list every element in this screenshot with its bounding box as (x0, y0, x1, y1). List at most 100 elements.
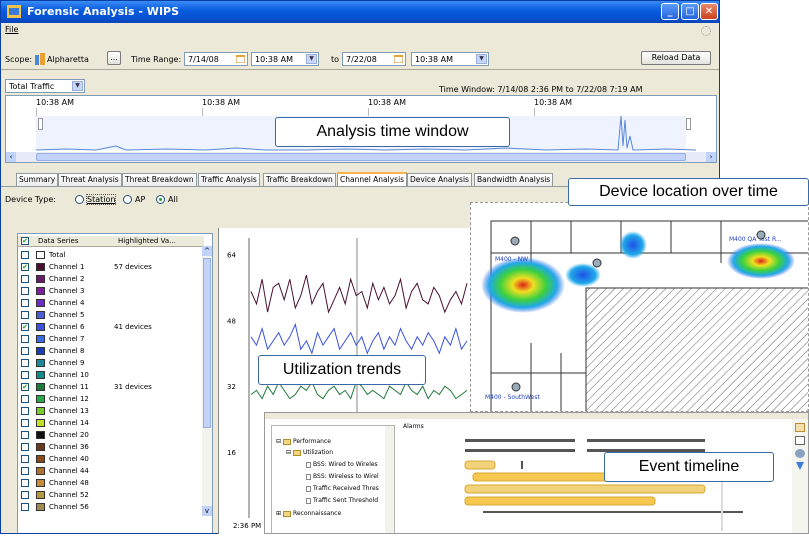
series-row[interactable]: Channel 10 (18, 370, 204, 380)
access-point-icon[interactable] (511, 382, 521, 392)
tree-item-bss-wireless[interactable]: BSS: Wireless to Wirel (306, 473, 379, 480)
scroll-thumb[interactable] (203, 258, 211, 428)
radio-ap[interactable] (123, 195, 132, 204)
access-point-icon[interactable] (510, 236, 520, 246)
series-checkbox[interactable] (21, 359, 29, 367)
tab-threat-analysis[interactable]: Threat Analysis (58, 173, 122, 186)
tree-item-bss-wired[interactable]: BSS: Wired to Wireles (306, 461, 378, 468)
series-row[interactable]: Channel 3 (18, 286, 204, 296)
select-all-checkbox[interactable]: ✔ (21, 237, 29, 245)
series-checkbox[interactable] (21, 311, 29, 319)
series-row[interactable]: Channel 48 (18, 478, 204, 488)
calendar-icon[interactable] (236, 55, 245, 63)
series-row[interactable]: ✔ Channel 1 57 devices (18, 262, 204, 272)
tree-item-traffic-received[interactable]: Traffic Received Thres (306, 485, 379, 492)
series-row[interactable]: ✔ Channel 11 31 devices (18, 382, 204, 392)
series-checkbox[interactable] (21, 371, 29, 379)
report-icon[interactable] (795, 423, 805, 432)
chevron-down-icon[interactable]: ▼ (476, 54, 487, 64)
series-checkbox[interactable] (21, 431, 29, 439)
series-checkbox[interactable] (21, 503, 29, 511)
overview-scrollbar[interactable]: ‹ › (6, 152, 716, 162)
series-row[interactable]: Channel 36 (18, 442, 204, 452)
tree-item-performance[interactable]: ⊟ Performance (276, 438, 331, 445)
series-row[interactable]: Channel 9 (18, 358, 204, 368)
user-icon[interactable] (795, 449, 805, 458)
series-checkbox[interactable] (21, 443, 29, 451)
scroll-up-icon[interactable]: ^ (202, 246, 212, 256)
series-checkbox[interactable] (21, 335, 29, 343)
series-row[interactable]: Channel 52 (18, 490, 204, 500)
tab-traffic-breakdown[interactable]: Traffic Breakdown (263, 173, 336, 186)
radio-ap-label[interactable]: AP (135, 195, 145, 204)
tree-item-utilization[interactable]: ⊟ Utilization (286, 449, 333, 456)
series-row[interactable]: Channel 13 (18, 406, 204, 416)
calendar-icon[interactable] (394, 55, 403, 63)
series-row[interactable]: Channel 7 (18, 334, 204, 344)
series-checkbox[interactable] (21, 395, 29, 403)
series-row[interactable]: Channel 56 (18, 502, 204, 512)
filter-icon[interactable] (796, 462, 804, 470)
end-date-field[interactable]: 7/22/08 (342, 52, 406, 66)
tab-device-analysis[interactable]: Device Analysis (407, 173, 472, 186)
series-checkbox[interactable] (21, 251, 29, 259)
end-time-select[interactable]: 10:38 AM ▼ (411, 52, 489, 66)
series-checkbox[interactable] (21, 455, 29, 463)
metric-select[interactable]: Total Traffic ▼ (5, 79, 85, 93)
tab-traffic-analysis[interactable]: Traffic Analysis (198, 173, 260, 186)
series-row[interactable]: Channel 44 (18, 466, 204, 476)
series-row[interactable]: Total (18, 250, 204, 260)
chevron-down-icon[interactable]: ▼ (306, 54, 317, 64)
scroll-left-icon[interactable]: ‹ (6, 152, 16, 162)
scroll-right-icon[interactable]: › (706, 152, 716, 162)
start-time-select[interactable]: 10:38 AM ▼ (251, 52, 319, 66)
tab-summary[interactable]: Summary (16, 173, 59, 186)
series-row[interactable]: Channel 14 (18, 418, 204, 428)
series-row[interactable]: Channel 5 (18, 310, 204, 320)
tab-bandwidth-analysis[interactable]: Bandwidth Analysis (474, 173, 554, 186)
series-row[interactable]: Channel 12 (18, 394, 204, 404)
menu-file[interactable]: File (5, 25, 18, 34)
maximize-button[interactable]: □ (681, 3, 699, 20)
tree-scrollbar[interactable] (385, 426, 394, 533)
series-row[interactable]: ✔ Channel 6 41 devices (18, 322, 204, 332)
close-button[interactable]: ✕ (700, 3, 718, 20)
series-checkbox[interactable] (21, 287, 29, 295)
scroll-down-icon[interactable]: v (202, 506, 212, 516)
table-icon[interactable] (795, 436, 805, 445)
series-scrollbar[interactable]: ^ v (202, 246, 212, 516)
series-checkbox[interactable] (21, 275, 29, 283)
series-row[interactable]: Channel 8 (18, 346, 204, 356)
series-name: Channel 14 (49, 419, 89, 427)
scroll-thumb[interactable] (36, 153, 686, 161)
tab-threat-breakdown[interactable]: Threat Breakdown (122, 173, 197, 186)
series-checkbox[interactable] (21, 347, 29, 355)
tab-channel-analysis[interactable]: Channel Analysis (337, 172, 408, 186)
radio-station[interactable] (75, 195, 84, 204)
radio-all[interactable] (156, 195, 165, 204)
chevron-down-icon[interactable]: ▼ (72, 81, 83, 91)
series-checkbox[interactable] (21, 467, 29, 475)
series-checkbox[interactable] (21, 491, 29, 499)
access-point-icon[interactable] (756, 230, 766, 240)
minimize-button[interactable]: _ (661, 3, 679, 20)
series-checkbox[interactable] (21, 479, 29, 487)
reload-data-button[interactable]: Reload Data (641, 51, 711, 65)
series-checkbox[interactable] (21, 299, 29, 307)
series-row[interactable]: Channel 40 (18, 454, 204, 464)
series-row[interactable]: Channel 2 (18, 274, 204, 284)
tree-item-reconnaissance[interactable]: ⊞ Reconnaissance (276, 510, 341, 517)
series-checkbox[interactable]: ✔ (21, 263, 29, 271)
series-checkbox[interactable] (21, 407, 29, 415)
series-checkbox[interactable]: ✔ (21, 323, 29, 331)
radio-all-label[interactable]: All (168, 195, 178, 204)
series-checkbox[interactable]: ✔ (21, 383, 29, 391)
access-point-icon[interactable] (592, 258, 602, 268)
tree-item-traffic-sent[interactable]: Traffic Sent Threshold (306, 497, 378, 504)
start-date-field[interactable]: 7/14/08 (184, 52, 248, 66)
scope-browse-button[interactable]: ... (107, 51, 121, 65)
series-checkbox[interactable] (21, 419, 29, 427)
series-row[interactable]: Channel 20 (18, 430, 204, 440)
radio-station-label[interactable]: Station (85, 194, 117, 205)
series-row[interactable]: Channel 4 (18, 298, 204, 308)
